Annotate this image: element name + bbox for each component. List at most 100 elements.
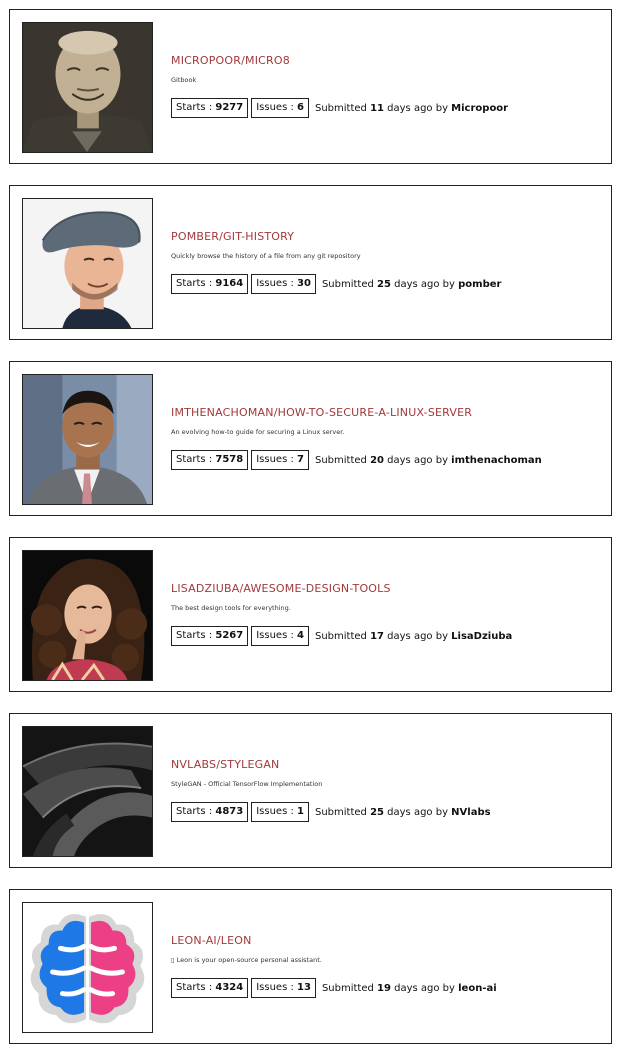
repo-description: ▯ Leon is your open-source personal assi…: [171, 956, 322, 964]
repo-stats: Starts : 4873 Issues : 1 Submitted 25 da…: [171, 802, 491, 822]
repo-description: StyleGAN - Official TensorFlow Implement…: [171, 780, 323, 788]
starts-count: 7578: [215, 454, 244, 465]
repo-title-link[interactable]: LISADZIUBA/AWESOME-DESIGN-TOOLS: [171, 582, 391, 595]
issues-count: 6: [297, 102, 304, 113]
issues-label: Issues :: [256, 982, 298, 993]
issues-count: 1: [297, 806, 304, 817]
starts-badge: Starts : 4324: [171, 978, 249, 998]
repo-stats: Starts : 4324 Issues : 13 Submitted 19 d…: [171, 978, 497, 998]
submitted-days: 25: [370, 806, 384, 818]
author-name: imthenachoman: [451, 454, 542, 466]
avatar[interactable]: [22, 902, 153, 1033]
days-ago-by-label: days ago by: [383, 806, 452, 818]
issues-badge: Issues : 6: [251, 98, 309, 118]
woman-curly-hair-icon: [23, 551, 152, 680]
submitted-info: Submitted 25 days ago by pomber: [322, 279, 502, 290]
repo-title-link[interactable]: LEON-AI/LEON: [171, 934, 252, 947]
starts-label: Starts :: [176, 454, 216, 465]
submitted-info: Submitted 17 days ago by LisaDziuba: [315, 631, 512, 642]
starts-count: 5267: [215, 630, 244, 641]
submitted-label: Submitted: [321, 982, 378, 994]
starts-count: 9164: [215, 278, 244, 289]
repo-description: The best design tools for everything.: [171, 604, 291, 612]
days-ago-by-label: days ago by: [390, 982, 459, 994]
starts-badge: Starts : 4873: [171, 802, 249, 822]
submitted-days: 19: [377, 982, 391, 994]
issues-count: 7: [297, 454, 304, 465]
days-ago-by-label: days ago by: [383, 102, 452, 114]
starts-badge: Starts : 5267: [171, 626, 249, 646]
starts-label: Starts :: [176, 278, 216, 289]
submitted-label: Submitted: [314, 454, 371, 466]
issues-label: Issues :: [256, 278, 298, 289]
author-name: Micropoor: [451, 102, 509, 114]
avatar[interactable]: [22, 198, 153, 329]
repo-card: LEON-AI/LEON ▯ Leon is your open-source …: [9, 889, 612, 1044]
issues-badge: Issues : 4: [251, 626, 309, 646]
avatar[interactable]: [22, 726, 153, 857]
repo-description: Quickly browse the history of a file fro…: [171, 252, 361, 260]
repo-title-link[interactable]: IMTHENACHOMAN/HOW-TO-SECURE-A-LINUX-SERV…: [171, 406, 472, 419]
author-name: NVlabs: [451, 806, 491, 818]
issues-count: 4: [297, 630, 304, 641]
issues-label: Issues :: [256, 806, 298, 817]
starts-badge: Starts : 7578: [171, 450, 249, 470]
issues-label: Issues :: [256, 630, 298, 641]
repo-card: LISADZIUBA/AWESOME-DESIGN-TOOLS The best…: [9, 537, 612, 692]
repo-title-link[interactable]: POMBER/GIT-HISTORY: [171, 230, 294, 243]
submitted-days: 17: [370, 630, 384, 642]
repo-card: MICROPOOR/MICRO8 Gitbook Starts : 9277 I…: [9, 9, 612, 164]
repo-card: POMBER/GIT-HISTORY Quickly browse the hi…: [9, 185, 612, 340]
issues-badge: Issues : 1: [251, 802, 309, 822]
starts-count: 4324: [215, 982, 244, 993]
author-name: leon-ai: [458, 982, 497, 994]
submitted-info: Submitted 25 days ago by NVlabs: [315, 807, 491, 818]
starts-badge: Starts : 9164: [171, 274, 249, 294]
submitted-days: 25: [377, 278, 391, 290]
submitted-label: Submitted: [321, 278, 378, 290]
submitted-label: Submitted: [314, 806, 371, 818]
issues-count: 30: [297, 278, 311, 289]
submitted-info: Submitted 20 days ago by imthenachoman: [315, 455, 542, 466]
submitted-label: Submitted: [314, 102, 371, 114]
days-ago-by-label: days ago by: [390, 278, 459, 290]
submitted-days: 20: [370, 454, 384, 466]
brain-logo-icon: [23, 903, 152, 1032]
starts-label: Starts :: [176, 630, 216, 641]
author-name: LisaDziuba: [451, 630, 513, 642]
repo-title-link[interactable]: MICROPOOR/MICRO8: [171, 54, 290, 67]
submitted-label: Submitted: [314, 630, 371, 642]
repo-description: An evolving how-to guide for securing a …: [171, 428, 345, 436]
starts-badge: Starts : 9277: [171, 98, 249, 118]
issues-badge: Issues : 13: [251, 978, 316, 998]
days-ago-by-label: days ago by: [383, 454, 452, 466]
repo-title-link[interactable]: NVLABS/STYLEGAN: [171, 758, 279, 771]
avatar[interactable]: [22, 550, 153, 681]
repo-card: NVLABS/STYLEGAN StyleGAN - Official Tens…: [9, 713, 612, 868]
repo-stats: Starts : 9164 Issues : 30 Submitted 25 d…: [171, 274, 501, 294]
days-ago-by-label: days ago by: [383, 630, 452, 642]
starts-label: Starts :: [176, 102, 216, 113]
repo-card: IMTHENACHOMAN/HOW-TO-SECURE-A-LINUX-SERV…: [9, 361, 612, 516]
man-portrait-sepia-icon: [23, 23, 152, 152]
author-name: pomber: [458, 278, 502, 290]
starts-count: 4873: [215, 806, 244, 817]
issues-label: Issues :: [256, 102, 298, 113]
starts-count: 9277: [215, 102, 244, 113]
starts-label: Starts :: [176, 982, 216, 993]
avatar[interactable]: [22, 22, 153, 153]
repo-stats: Starts : 9277 Issues : 6 Submitted 11 da…: [171, 98, 508, 118]
starts-label: Starts :: [176, 806, 216, 817]
issues-badge: Issues : 30: [251, 274, 316, 294]
nvidia-logo-dark-icon: [23, 727, 152, 856]
avatar[interactable]: [22, 374, 153, 505]
repo-stats: Starts : 7578 Issues : 7 Submitted 20 da…: [171, 450, 542, 470]
submitted-info: Submitted 19 days ago by leon-ai: [322, 983, 497, 994]
man-in-flat-cap-icon: [23, 199, 152, 328]
submitted-days: 11: [370, 102, 384, 114]
issues-badge: Issues : 7: [251, 450, 309, 470]
repo-stats: Starts : 5267 Issues : 4 Submitted 17 da…: [171, 626, 512, 646]
issues-label: Issues :: [256, 454, 298, 465]
submitted-info: Submitted 11 days ago by Micropoor: [315, 103, 508, 114]
issues-count: 13: [297, 982, 311, 993]
